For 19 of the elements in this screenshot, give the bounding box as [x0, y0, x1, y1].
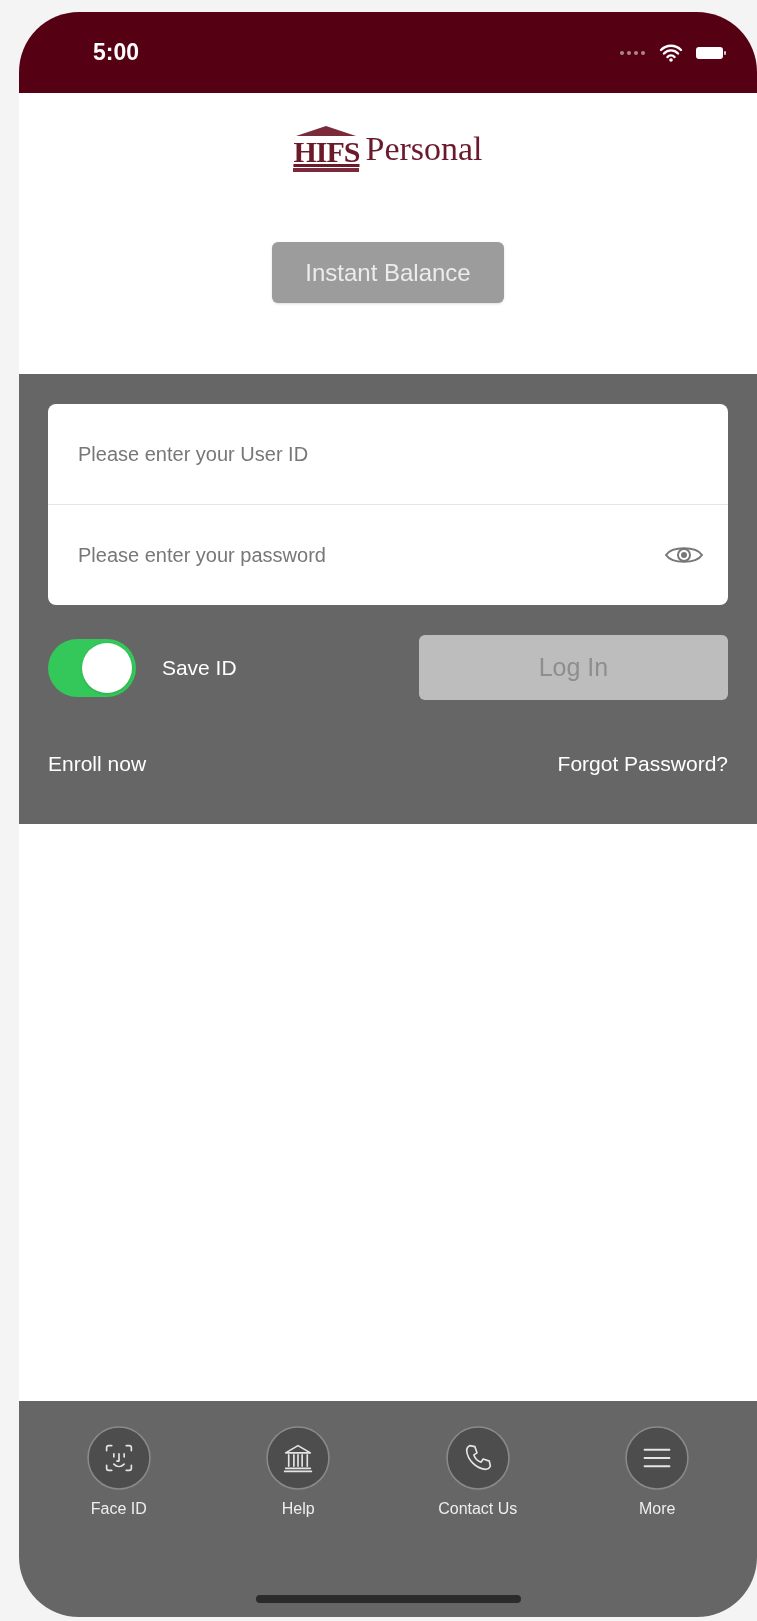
forgot-password-link[interactable]: Forgot Password?	[557, 748, 728, 780]
tab-bar-item[interactable]: Face ID	[38, 1425, 199, 1521]
enroll-now-link[interactable]: Enroll now	[48, 748, 147, 780]
tab-bar-item[interactable]: More	[577, 1425, 738, 1521]
wifi-icon	[659, 43, 683, 62]
tab-bar-item[interactable]: Contact Us	[397, 1425, 558, 1521]
signal-icon	[619, 49, 647, 56]
status-time: 5:00	[93, 38, 140, 68]
menu-icon	[624, 1425, 691, 1491]
logo-text: Personal	[365, 132, 483, 169]
bank-icon	[265, 1425, 332, 1491]
battery-icon	[695, 44, 727, 61]
tab-bar-item[interactable]: Help	[218, 1425, 379, 1521]
user-id-field[interactable]: Please enter your User ID	[48, 404, 728, 505]
phone-icon	[444, 1425, 511, 1491]
logo-mark: HIFS	[293, 137, 360, 172]
face-id-icon	[85, 1425, 152, 1491]
password-field[interactable]: Please enter your password	[48, 505, 728, 605]
save-id-label: Save ID	[161, 654, 238, 681]
